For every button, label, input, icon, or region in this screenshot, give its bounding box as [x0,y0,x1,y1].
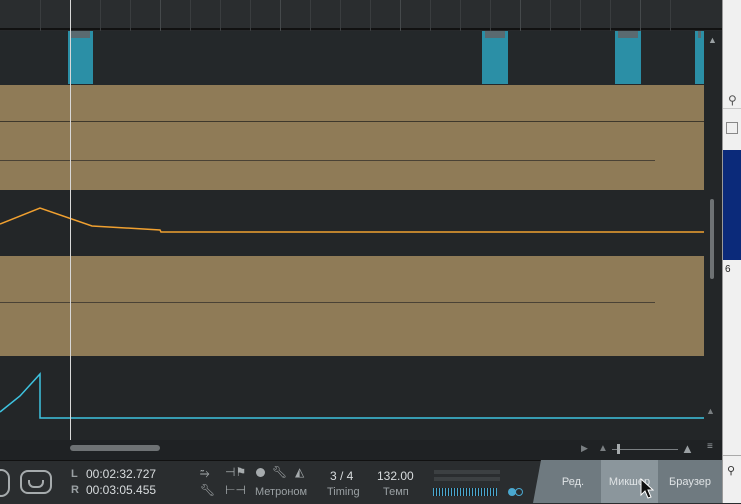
audio-region[interactable] [0,256,704,356]
background-window-text: 6 [725,264,731,275]
loop-left-label: L [71,468,78,480]
tempo-value[interactable]: 132.00 [377,469,414,483]
region-line [0,160,655,161]
search-icon: ⚲ [727,465,736,477]
timeline-ruler[interactable] [0,0,722,30]
search-icon: ⚲ [728,93,737,107]
arrangement-view[interactable]: ▲ ▲ ▶ ▲ ▲ ≡ [0,0,722,460]
background-window-panel [723,150,741,260]
loop-right-time[interactable]: 00:03:05.455 [86,483,156,497]
region-line [0,121,704,122]
audio-clip[interactable] [68,31,93,84]
zoom-slider-thumb[interactable] [617,444,620,454]
horizontal-scroll-thumb[interactable] [70,445,160,451]
metronome-label: Метроном [255,486,308,498]
background-window: ⚲ [722,460,741,503]
audio-clip[interactable] [482,31,508,84]
metronome-settings-icon[interactable]: 🔧︎ [272,465,287,479]
divider [723,455,741,456]
clip-header [485,31,505,38]
time-signature-value[interactable]: 3 / 4 [330,469,353,483]
zoom-fit-icon[interactable]: ≡ [707,441,713,452]
mouse-pointer-icon [640,478,654,499]
audio-clip[interactable] [695,31,704,84]
tool-icon[interactable]: 🔧︎ [200,483,215,497]
track-lane-1[interactable] [0,31,704,85]
snap-icon[interactable]: ⊢⊣ [225,483,246,497]
automation-curve-cyan[interactable] [0,356,704,440]
marker-icon[interactable]: ⊣⚑ [225,465,246,479]
toggle-icon[interactable] [515,488,523,496]
zoom-vertical-icon[interactable]: ▲ [706,406,715,416]
automation-curve-orange[interactable] [0,190,704,256]
level-meter [434,477,500,481]
clip-header [698,31,701,38]
vertical-scrollbar[interactable]: ▲ ▲ [704,31,722,440]
performance-meter [433,488,497,496]
window-control-icon [726,122,738,134]
audio-region[interactable] [0,85,704,190]
timing-label: Timing [327,486,360,498]
tempo-label: Темп [383,486,409,498]
zoom-out-icon[interactable]: ▲ [598,443,608,454]
playhead-cursor[interactable] [70,0,71,442]
loop-right-label: R [71,484,79,496]
loop-icon [28,480,44,488]
metronome-icon[interactable]: ◭ [295,465,304,479]
edit-view-button[interactable]: Ред. [545,460,601,503]
audio-clip[interactable] [615,31,641,84]
clip-header [618,31,638,38]
zoom-slider-track[interactable] [612,449,678,450]
scroll-up-icon[interactable]: ▲ [708,35,717,45]
record-button[interactable] [0,469,10,497]
loop-button[interactable] [20,470,52,494]
clip-header [71,31,90,38]
level-meter [434,470,500,474]
metronome-toggle-icon[interactable] [256,468,265,477]
loop-left-time[interactable]: 00:02:32.727 [86,467,156,481]
zoom-in-icon[interactable]: ▲ [681,441,694,456]
vertical-scroll-thumb[interactable] [710,199,714,279]
background-window: ⚲ 6 [722,0,741,460]
punch-in-icon[interactable]: ⥲ [200,466,210,481]
region-line [0,302,655,303]
play-small-icon[interactable]: ▶ [581,443,588,454]
browser-view-button[interactable]: Браузер [658,460,722,503]
